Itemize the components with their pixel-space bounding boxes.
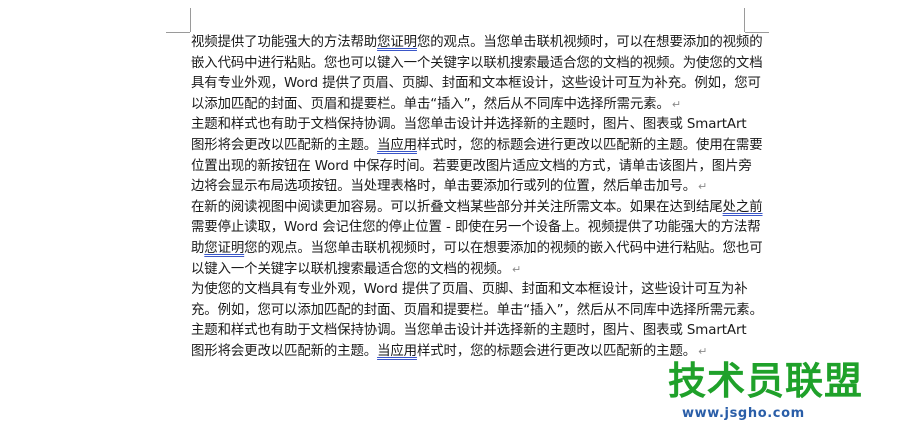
paragraph[interactable]: 在新的阅读视图中阅读更加容易。可以折叠文档某些部分并关注所需文本。如果在达到结尾…	[191, 198, 763, 280]
paragraph[interactable]: 为使您的文档具有专业外观，Word 提供了页眉、页脚、封面和文本框设计，这些设计…	[191, 280, 763, 362]
watermark-url: www.jsgho.com	[682, 406, 805, 421]
crop-mark-top-left-horizontal	[166, 32, 190, 33]
document-page[interactable]: 视频提供了功能强大的方法帮助您证明您的观点。当您单击联机视频时，可以在想要添加的…	[0, 0, 900, 432]
paragraph-text: 样式时，您的标题会进行更改以匹配新的主题。	[416, 343, 697, 359]
paragraph-mark-icon: ↵	[698, 180, 708, 194]
grammar-flagged-text: 您证明	[204, 240, 245, 256]
paragraph-mark-icon: ↵	[511, 262, 522, 276]
paragraph[interactable]: 视频提供了功能强大的方法帮助您证明您的观点。当您单击联机视频时，可以在想要添加的…	[191, 33, 763, 115]
paragraph[interactable]: 主题和样式也有助于文档保持协调。当您单击设计并选择新的主题时，图片、图表或 Sm…	[191, 115, 763, 197]
paragraph-mark-icon: ↵	[698, 344, 708, 358]
paragraph-text: 视频提供了功能强大的方法帮助	[191, 35, 378, 50]
grammar-flagged-text: 处之前	[722, 199, 763, 215]
grammar-flagged-text: 当应用	[377, 137, 417, 153]
watermark-title: 技术员联盟	[668, 359, 864, 403]
paragraph-mark-icon: ↵	[671, 97, 681, 111]
grammar-flagged-text: 您证明	[377, 35, 417, 50]
grammar-flagged-text: 当应用	[377, 343, 417, 359]
crop-mark-top-left-vertical	[190, 8, 191, 32]
paragraph-text: 在新的阅读视图中阅读更加容易。可以折叠文档某些部分并关注所需文本。如果在达到结尾	[191, 199, 723, 215]
document-body[interactable]: 视频提供了功能强大的方法帮助您证明您的观点。当您单击联机视频时，可以在想要添加的…	[191, 33, 763, 363]
paragraph-text: 您的观点。当您单击联机视频时，可以在想要添加的视频的嵌入代码中进行粘贴。您也可以…	[191, 240, 763, 277]
crop-mark-top-right-vertical	[744, 8, 745, 32]
watermark-logo: 技术员联盟 www.jsgho.com	[668, 358, 900, 432]
